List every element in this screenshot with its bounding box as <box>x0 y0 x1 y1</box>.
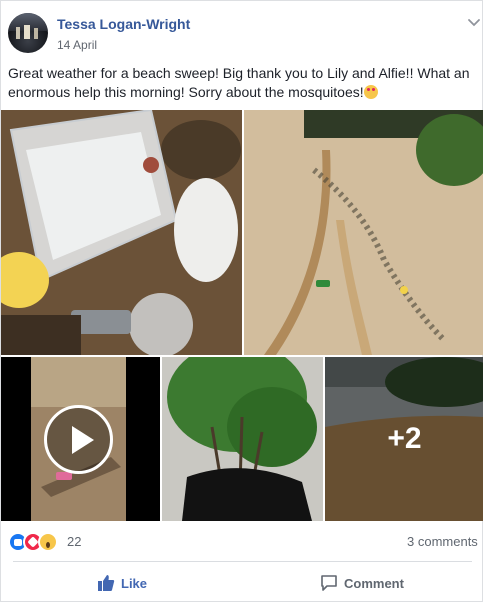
photo-plant-bag-art <box>162 357 323 521</box>
photo-plastic-container[interactable] <box>1 110 242 355</box>
reaction-count[interactable]: 22 <box>67 534 81 549</box>
photo-beach-debris[interactable] <box>244 110 483 355</box>
post-date[interactable]: 14 April <box>57 38 97 52</box>
avatar-building <box>16 27 20 39</box>
chevron-down-icon[interactable] <box>467 15 481 29</box>
author-name[interactable]: Tessa Logan-Wright <box>57 16 190 32</box>
avatar-building <box>24 25 30 39</box>
wow-reaction-icon <box>38 532 58 552</box>
play-icon[interactable] <box>44 405 113 474</box>
more-photos-overlay[interactable]: +2 <box>325 357 483 521</box>
like-button[interactable]: Like <box>97 571 147 595</box>
photo-plant-bag[interactable] <box>162 357 323 521</box>
reaction-icons[interactable] <box>8 532 68 552</box>
comment-icon <box>321 575 337 591</box>
thumbs-up-icon <box>98 575 115 591</box>
post-text: Great weather for a beach sweep! Big tha… <box>8 64 478 102</box>
post-text-body: Great weather for a beach sweep! Big tha… <box>8 65 470 100</box>
photo-plastic-container-art <box>1 110 242 355</box>
divider <box>13 561 472 562</box>
comment-label: Comment <box>344 575 404 591</box>
comments-count[interactable]: 3 comments <box>407 534 478 549</box>
flushed-face-emoji <box>363 85 378 99</box>
avatar-building <box>34 28 38 39</box>
photo-beach-debris-art <box>244 110 483 355</box>
like-label: Like <box>121 575 148 591</box>
author-avatar[interactable] <box>8 13 48 53</box>
comment-button[interactable]: Comment <box>320 571 404 595</box>
post-card: Tessa Logan-Wright 14 April Great weathe… <box>0 0 483 602</box>
